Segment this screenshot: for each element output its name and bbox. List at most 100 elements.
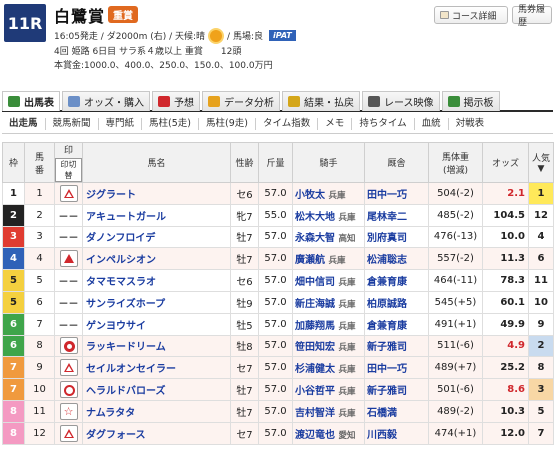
odds-cell[interactable]: 11.3 [482, 247, 529, 271]
table-row[interactable]: 8 11 ☆ ナムラタタ 牡7 57.0 吉村智洋 兵庫 石橋満 489(-2) 10.3 5 [2, 399, 554, 423]
hollow-triangle-mark-icon[interactable] [59, 359, 78, 377]
subtab-4[interactable]: 馬柱(9走) [199, 117, 256, 130]
trainer-link[interactable]: 尾林幸二 [364, 203, 429, 227]
table-row[interactable]: 7 10 ヘラルドバローズ 牡7 57.0 小谷哲平 兵庫 新子雅司 501(-6) 8.6 3 [2, 378, 554, 401]
jockey-cell[interactable]: 松木大地 兵庫 [292, 203, 365, 227]
col-umaban[interactable]: 馬番 [24, 142, 55, 183]
odds-cell[interactable]: 4.9 [482, 334, 529, 358]
tab-0[interactable]: 出馬表 [2, 91, 60, 111]
horse-name-link[interactable]: ゲンヨウサイ [82, 312, 231, 336]
horse-name-link[interactable]: ジグラート [82, 182, 231, 205]
hollow-triangle-mark-icon[interactable] [59, 424, 78, 442]
jockey-cell[interactable]: 廣瀬航 兵庫 [292, 247, 365, 271]
jockey-cell[interactable]: 杉浦健太 兵庫 [292, 356, 365, 380]
odds-cell[interactable]: 10.0 [482, 225, 529, 249]
jockey-cell[interactable]: 小牧太 兵庫 [292, 182, 365, 205]
jockey-cell[interactable]: 永森大智 高知 [292, 225, 365, 249]
trainer-link[interactable]: 倉兼育康 [364, 312, 429, 336]
mark-cell[interactable]: －－ [54, 225, 83, 249]
odds-cell[interactable]: 8.6 [482, 378, 529, 401]
jockey-name-link[interactable]: 加藤翔馬 [295, 321, 335, 332]
jockey-cell[interactable]: 加藤翔馬 兵庫 [292, 312, 365, 336]
table-row[interactable]: 4 4 インペルシオン 牡7 57.0 廣瀬航 兵庫 松浦聡志 557(-2) 11.3 6 [2, 247, 554, 271]
mark-cell[interactable]: －－ [54, 290, 83, 314]
tab-5[interactable]: レース映像 [362, 91, 440, 111]
table-row[interactable]: 6 8 ラッキードリーム 牡8 57.0 笹田知宏 兵庫 新子雅司 511(-6) 4.9 2 [2, 334, 554, 358]
col-waku[interactable]: 枠 [2, 142, 25, 183]
horse-name-link[interactable]: ダノンフロイデ [82, 225, 231, 249]
subtab-0[interactable]: 出走馬 [2, 117, 46, 130]
col-sex-age[interactable]: 性齢 [230, 142, 259, 183]
jockey-cell[interactable]: 畑中信司 兵庫 [292, 269, 365, 292]
jockey-name-link[interactable]: 畑中信司 [295, 277, 335, 288]
jockey-name-link[interactable]: 吉村智洋 [295, 408, 335, 419]
mark-cell[interactable] [54, 421, 83, 445]
odds-cell[interactable]: 49.9 [482, 312, 529, 336]
mark-cell[interactable]: －－ [54, 312, 83, 336]
hollow-triangle-mark-icon[interactable] [59, 184, 78, 202]
course-detail-button[interactable]: コース詳細 [434, 6, 508, 24]
mark-cell[interactable] [54, 182, 83, 205]
horse-name-link[interactable]: アキュートガール [82, 203, 231, 227]
horse-name-link[interactable]: ダグフォース [82, 421, 231, 445]
jockey-name-link[interactable]: 新庄海誠 [295, 299, 335, 310]
table-row[interactable]: 5 5 －－ タマモマスラオ セ6 57.0 畑中信司 兵庫 倉兼育康 464(-11) 78.3… [2, 269, 554, 292]
mark-cell[interactable] [54, 378, 83, 401]
odds-cell[interactable]: 10.3 [482, 399, 529, 423]
horse-name-link[interactable]: ラッキードリーム [82, 334, 231, 358]
table-row[interactable]: 7 9 セイルオンセイラー セ7 57.0 杉浦健太 兵庫 田中一巧 489(+7) 25.2 8 [2, 356, 554, 380]
mark-cell[interactable] [54, 247, 83, 271]
trainer-link[interactable]: 新子雅司 [364, 378, 429, 401]
tab-2[interactable]: 予想 [152, 91, 200, 111]
jockey-cell[interactable]: 渡辺竜也 愛知 [292, 421, 365, 445]
mark-cell[interactable] [54, 356, 83, 380]
table-row[interactable]: 2 2 －－ アキュートガール 牝7 55.0 松木大地 兵庫 尾林幸二 485(-2) 104.… [2, 203, 554, 227]
horse-name-link[interactable]: サンライズホープ [82, 290, 231, 314]
col-trainer[interactable]: 厩舎 [364, 142, 429, 183]
jockey-name-link[interactable]: 杉浦健太 [295, 364, 335, 375]
betting-history-button[interactable]: 馬券履歴 [512, 5, 552, 28]
triangle-mark-icon[interactable] [59, 250, 78, 268]
col-horse[interactable]: 馬名 [82, 142, 231, 183]
jockey-cell[interactable]: 笹田知宏 兵庫 [292, 334, 365, 358]
mark-toggle-button[interactable]: 印切替 [55, 158, 82, 182]
jockey-name-link[interactable]: 永森大智 [295, 233, 335, 244]
mark-cell[interactable] [54, 334, 83, 358]
tab-3[interactable]: データ分析 [202, 91, 280, 111]
jockey-name-link[interactable]: 松木大地 [295, 212, 335, 223]
mark-cell[interactable]: ☆ [54, 399, 83, 423]
trainer-link[interactable]: 別府真司 [364, 225, 429, 249]
tab-1[interactable]: オッズ・購入 [62, 91, 150, 111]
odds-cell[interactable]: 104.5 [482, 203, 529, 227]
jockey-cell[interactable]: 吉村智洋 兵庫 [292, 399, 365, 423]
jockey-cell[interactable]: 小谷哲平 兵庫 [292, 378, 365, 401]
tab-6[interactable]: 掲示板 [441, 91, 500, 111]
table-row[interactable]: 5 6 －－ サンライズホープ 牡9 57.0 新庄海誠 兵庫 柏原誠路 545(+5) 60.1… [2, 290, 554, 314]
odds-cell[interactable]: 60.1 [482, 290, 529, 314]
ipat-badge[interactable]: iPAT [268, 30, 296, 41]
jockey-name-link[interactable]: 廣瀬航 [295, 255, 325, 266]
subtab-3[interactable]: 馬柱(5走) [142, 117, 200, 130]
col-odds[interactable]: オッズ [482, 142, 529, 183]
subtab-6[interactable]: メモ [318, 117, 353, 130]
col-weight[interactable]: 斤量 [258, 142, 293, 183]
table-row[interactable]: 8 12 ダグフォース セ7 57.0 渡辺竜也 愛知 川西毅 474(+1) 12.0 7 [2, 421, 554, 445]
subtab-2[interactable]: 専門紙 [99, 117, 143, 130]
tab-4[interactable]: 結果・払戻 [282, 91, 360, 111]
jockey-cell[interactable]: 新庄海誠 兵庫 [292, 290, 365, 314]
horse-name-link[interactable]: セイルオンセイラー [82, 356, 231, 380]
subtab-5[interactable]: タイム指数 [256, 117, 319, 130]
subtab-9[interactable]: 対戦表 [449, 118, 492, 130]
trainer-link[interactable]: 松浦聡志 [364, 247, 429, 271]
star-mark-icon[interactable]: ☆ [59, 402, 78, 420]
trainer-link[interactable]: 倉兼育康 [364, 269, 429, 292]
mark-cell[interactable]: －－ [54, 203, 83, 227]
table-row[interactable]: 6 7 －－ ゲンヨウサイ 牡5 57.0 加藤翔馬 兵庫 倉兼育康 491(+1) 49.9 9 [2, 312, 554, 336]
table-row[interactable]: 1 1 ジグラート セ6 57.0 小牧太 兵庫 田中一巧 504(-2) 2.1 1 [2, 182, 554, 205]
trainer-link[interactable]: 新子雅司 [364, 334, 429, 358]
horse-name-link[interactable]: タマモマスラオ [82, 269, 231, 292]
circle-mark-icon[interactable] [59, 381, 78, 399]
mark-cell[interactable]: －－ [54, 269, 83, 292]
col-body-weight[interactable]: 馬体重 (増減) [428, 142, 483, 183]
double-circle-mark-icon[interactable] [59, 337, 78, 355]
